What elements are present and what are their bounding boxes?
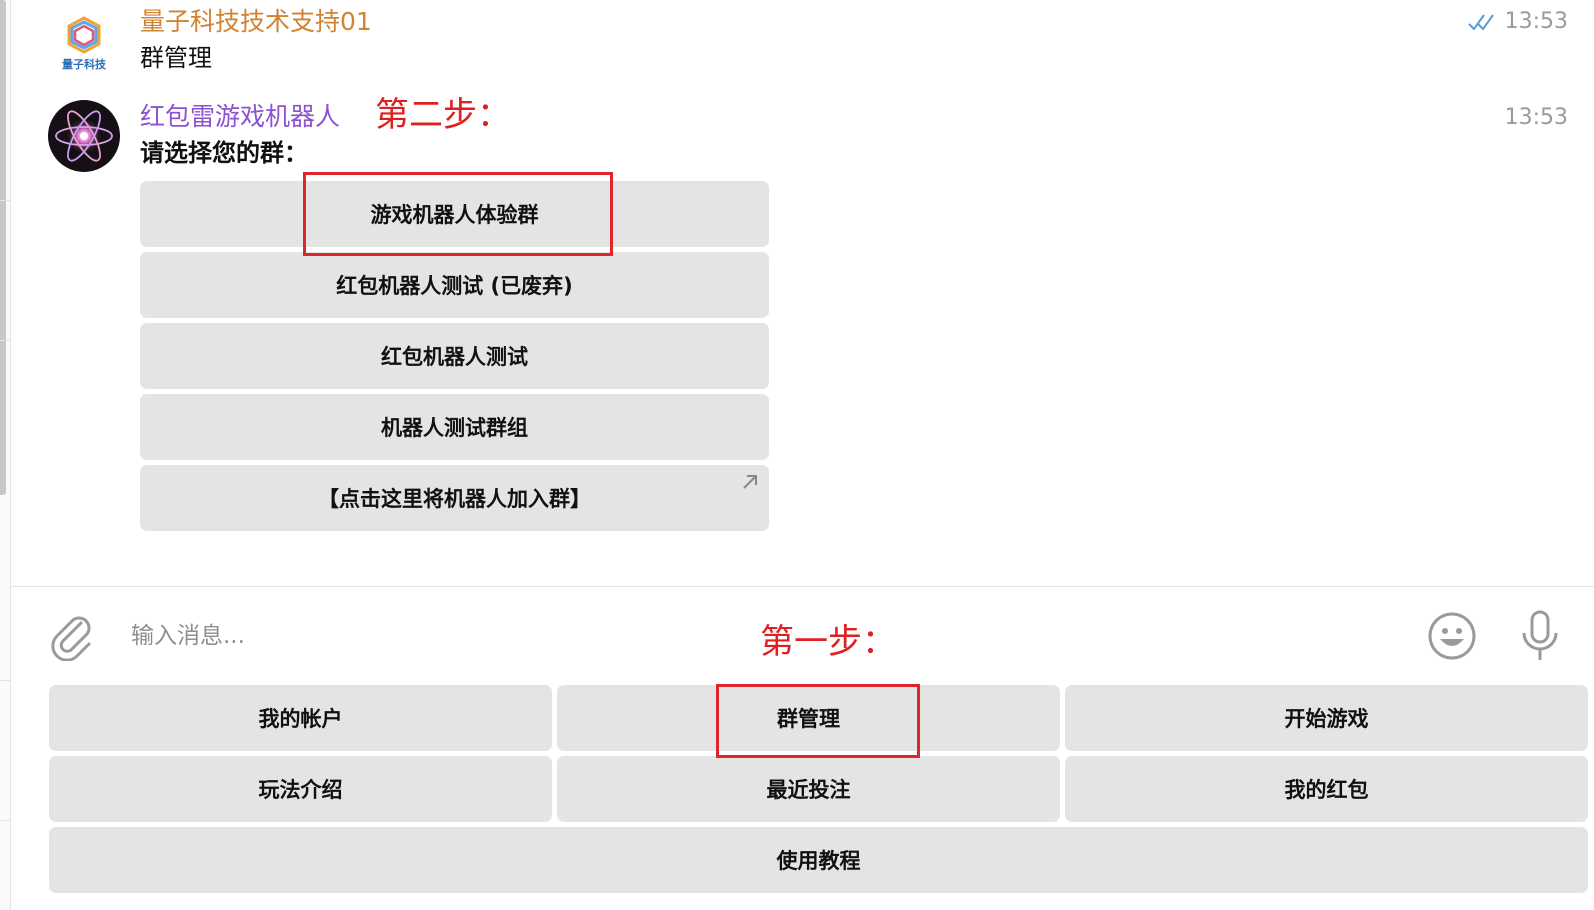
time-label: 13:53 [1504,105,1568,130]
keyboard-button-group-management[interactable]: 群管理 [557,685,1060,751]
atom-avatar-icon [50,102,118,170]
inline-button-game-bot-trial-group[interactable]: 游戏机器人体验群 [140,181,769,247]
list-divider [0,680,10,681]
inline-button-label: 【点击这里将机器人加入群】 [318,487,591,511]
scrollbar[interactable] [0,0,6,495]
avatar-label: 量子科技 [62,57,107,71]
avatar[interactable]: 量子科技 [48,6,120,78]
message-time: 13:53 [1467,9,1568,34]
attach-clip-icon[interactable] [47,609,95,661]
keyboard-button-start-game[interactable]: 开始游戏 [1065,685,1588,751]
keyboard-button-recent-bets[interactable]: 最近投注 [557,756,1060,822]
list-divider [0,340,10,341]
message-time: 13:53 [1505,105,1568,130]
inline-button-redpacket-bot-test[interactable]: 红包机器人测试 [140,323,769,389]
keyboard-button-game-rules[interactable]: 玩法介绍 [49,756,552,822]
emoji-icon[interactable] [1427,611,1477,661]
time-label: 13:53 [1504,9,1568,34]
sender-name[interactable]: 红包雷游戏机器人 [140,102,340,132]
external-link-arrow-icon [741,473,759,496]
keyboard-button-my-red-packets[interactable]: 我的红包 [1065,756,1588,822]
message-bot: 红包雷游戏机器人 请选择您的群： 13:53 [48,96,1594,186]
message-input[interactable] [129,615,693,657]
microphone-icon[interactable] [1519,609,1561,663]
inline-button-bot-test-group[interactable]: 机器人测试群组 [140,394,769,460]
sender-name[interactable]: 量子科技技术支持01 [140,7,372,37]
annotation-step-two: 第二步： [375,95,511,135]
avatar[interactable] [48,100,120,172]
message-text: 群管理 [140,44,212,72]
list-divider [0,820,10,821]
list-divider [0,200,10,201]
inline-button-redpacket-bot-test-deprecated[interactable]: 红包机器人测试 (已废弃) [140,252,769,318]
message-text: 请选择您的群： [140,139,308,167]
read-double-check-icon [1467,13,1494,31]
company-logo-icon: 量子科技 [62,16,107,71]
inline-button-add-bot-to-group[interactable]: 【点击这里将机器人加入群】 [140,465,769,531]
keyboard-button-my-account[interactable]: 我的帐户 [49,685,552,751]
annotation-step-one: 第一步： [760,622,896,662]
keyboard-button-tutorial[interactable]: 使用教程 [49,827,1588,893]
message-support: 量子科技 量子科技技术支持01 群管理 13:53 [48,0,1594,90]
